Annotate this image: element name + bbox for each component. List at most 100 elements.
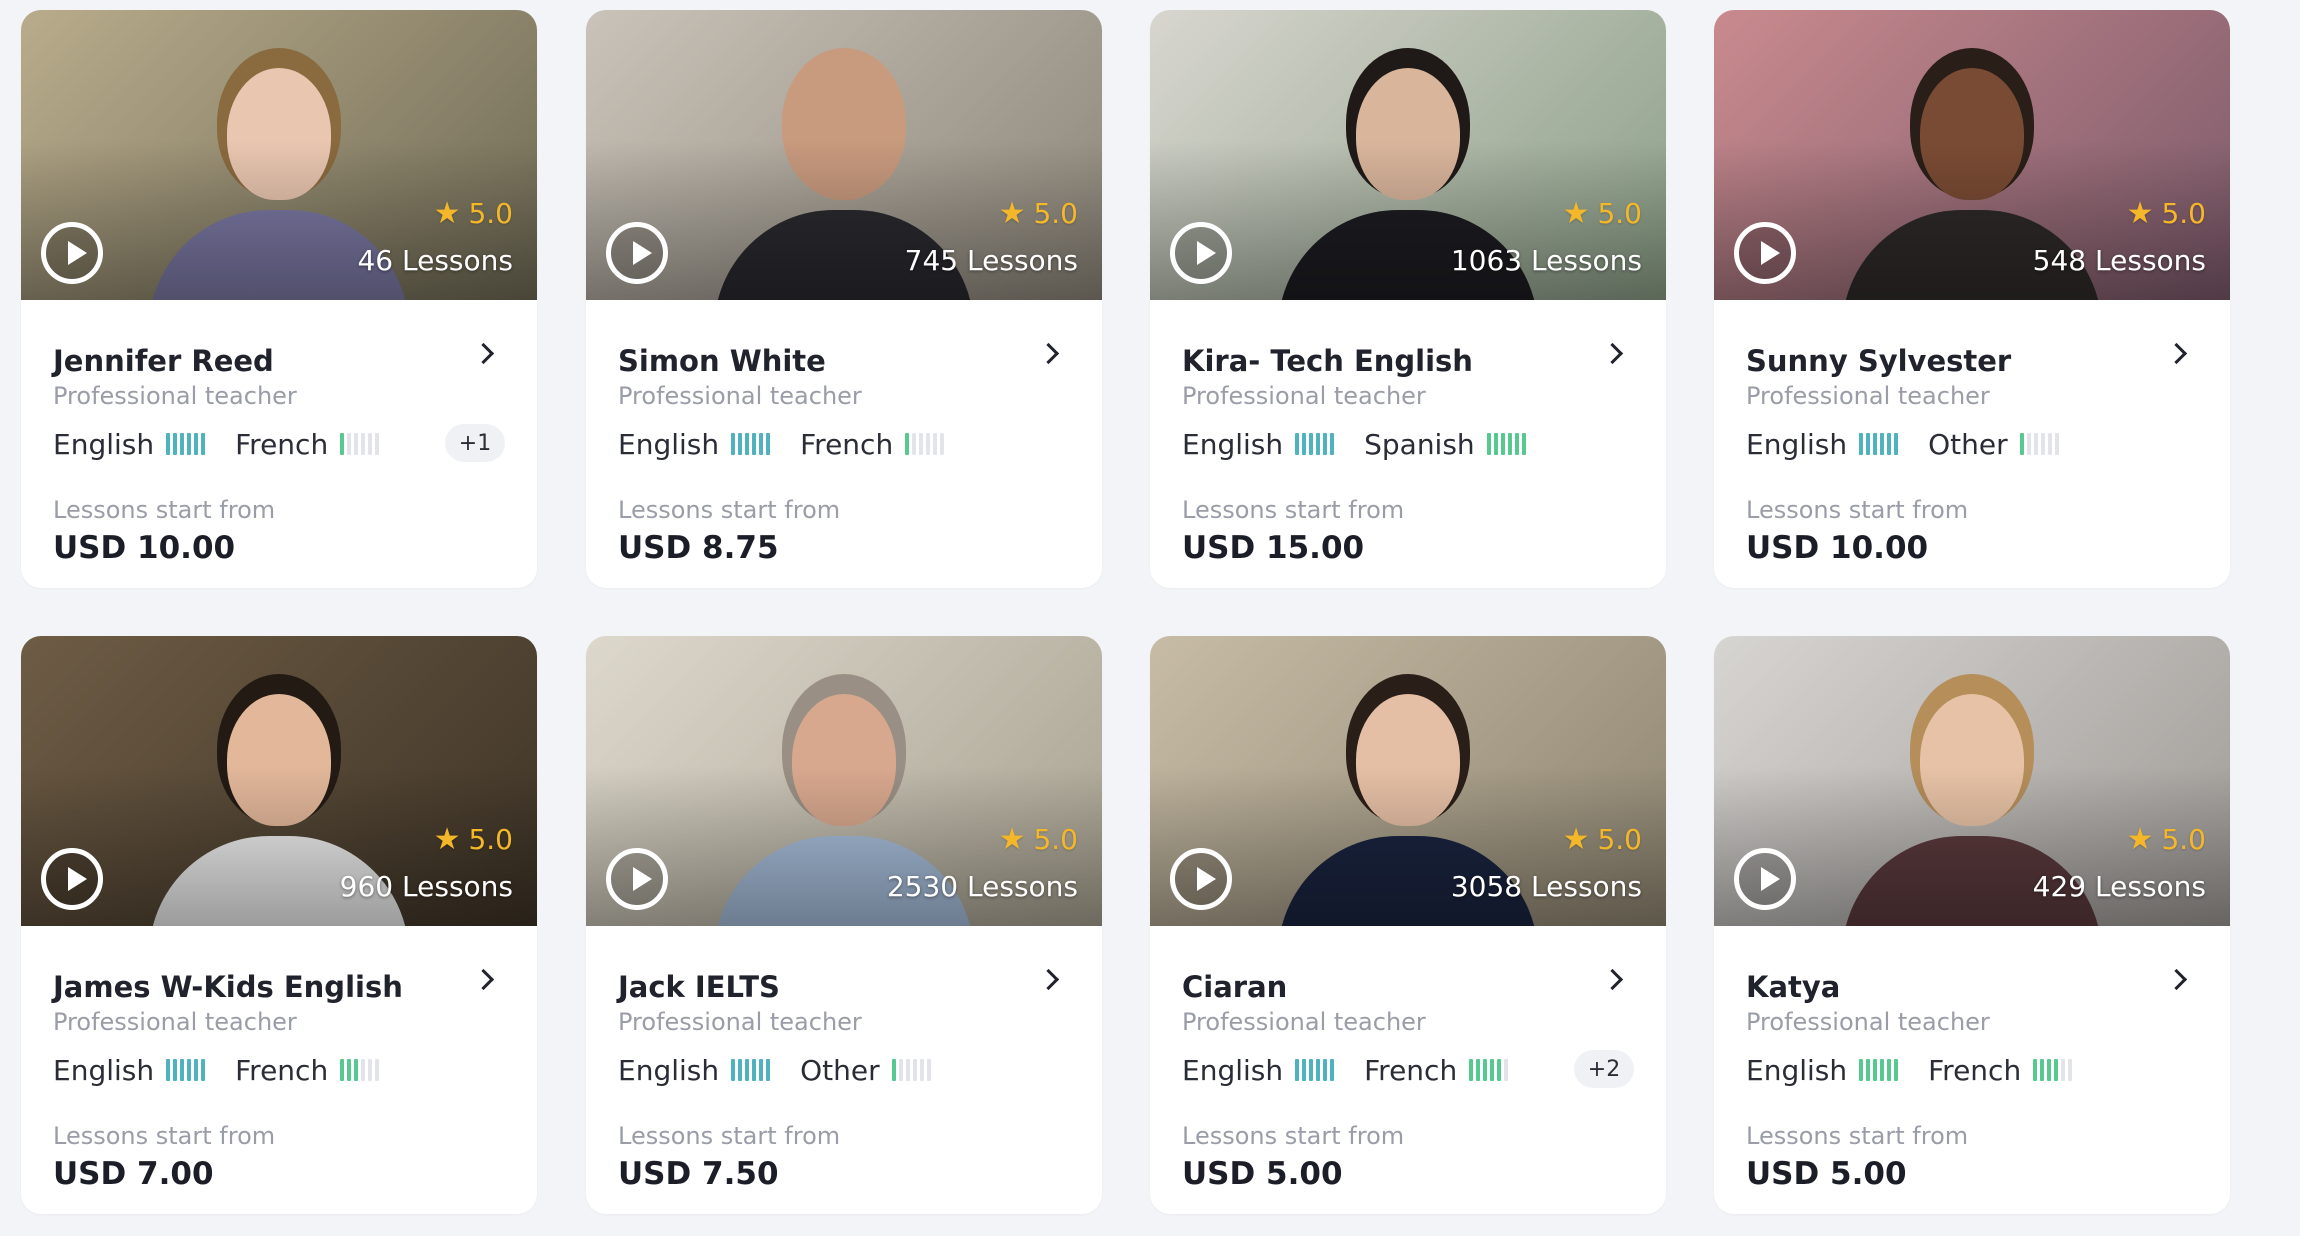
teacher-name[interactable]: Ciaran (1182, 970, 1287, 1004)
rating-value: 5.0 (1033, 197, 1078, 230)
chevron-right-icon[interactable] (1037, 968, 1060, 991)
teacher-name[interactable]: Simon White (618, 344, 826, 378)
lesson-count: 745 Lessons (904, 244, 1078, 277)
rating-value: 5.0 (1597, 197, 1642, 230)
teacher-card[interactable]: ★ 5.0 1063 Lessons Kira- Tech English Profes… (1150, 10, 1666, 588)
proficiency-bar (940, 433, 945, 455)
proficiency-bar (1514, 433, 1519, 455)
proficiency-bar (201, 433, 206, 455)
proficiency-bars (731, 1059, 771, 1081)
play-icon[interactable] (1170, 222, 1232, 284)
proficiency-bar (933, 433, 938, 455)
teacher-name[interactable]: Katya (1746, 970, 1840, 1004)
proficiency-bar (1483, 1059, 1488, 1081)
video-thumbnail[interactable]: ★ 5.0 1063 Lessons (1150, 10, 1666, 300)
lesson-price: USD 7.50 (618, 1156, 779, 1192)
play-icon[interactable] (1734, 222, 1796, 284)
proficiency-bar (898, 1059, 903, 1081)
more-languages-badge[interactable]: +2 (1574, 1050, 1634, 1088)
chevron-right-icon[interactable] (1601, 968, 1624, 991)
proficiency-bar (1880, 1059, 1885, 1081)
chevron-right-icon[interactable] (472, 968, 495, 991)
proficiency-bar (1500, 433, 1505, 455)
proficiency-bar (2040, 1059, 2045, 1081)
teacher-name[interactable]: Jennifer Reed (53, 344, 274, 378)
language-item: English (1182, 428, 1335, 461)
language-item: Spanish (1364, 428, 1526, 461)
proficiency-bar (2033, 1059, 2038, 1081)
language-item: French (235, 428, 380, 461)
video-thumbnail[interactable]: ★ 5.0 46 Lessons (21, 10, 537, 300)
proficiency-bar (905, 1059, 910, 1081)
star-icon: ★ (2126, 822, 2154, 857)
teacher-name[interactable]: Jack IELTS (618, 970, 780, 1004)
teacher-name[interactable]: Kira- Tech English (1182, 344, 1473, 378)
video-thumbnail[interactable]: ★ 5.0 429 Lessons (1714, 636, 2230, 926)
play-icon[interactable] (606, 222, 668, 284)
chevron-right-icon[interactable] (2165, 342, 2188, 365)
proficiency-bar (912, 433, 917, 455)
teacher-card[interactable]: ★ 5.0 548 Lessons Sunny Sylvester Profession… (1714, 10, 2230, 588)
chevron-right-icon[interactable] (2165, 968, 2188, 991)
proficiency-bar (1887, 433, 1892, 455)
proficiency-bar (2047, 433, 2052, 455)
proficiency-bar (738, 433, 743, 455)
play-icon[interactable] (1734, 848, 1796, 910)
price-label: Lessons start from (618, 1122, 841, 1150)
play-icon[interactable] (41, 848, 103, 910)
video-thumbnail[interactable]: ★ 5.0 3058 Lessons (1150, 636, 1666, 926)
proficiency-bar (1302, 433, 1307, 455)
proficiency-bar (1507, 433, 1512, 455)
teacher-grid: ★ 5.0 46 Lessons Jennifer Reed Professional … (0, 0, 2300, 1236)
lesson-count: 548 Lessons (2032, 244, 2206, 277)
play-icon[interactable] (41, 222, 103, 284)
teacher-name[interactable]: Sunny Sylvester (1746, 344, 2011, 378)
proficiency-bar (1866, 1059, 1871, 1081)
proficiency-bars (340, 1059, 380, 1081)
proficiency-bar (2047, 1059, 2052, 1081)
star-icon: ★ (1562, 822, 1590, 857)
proficiency-bar (1295, 433, 1300, 455)
proficiency-bar (1490, 1059, 1495, 1081)
language-name: Other (800, 1053, 880, 1087)
proficiency-bar (2019, 433, 2024, 455)
proficiency-bar (1894, 433, 1899, 455)
lesson-count: 960 Lessons (339, 870, 513, 903)
teacher-card[interactable]: ★ 5.0 46 Lessons Jennifer Reed Professional … (21, 10, 537, 588)
proficiency-bar (1493, 433, 1498, 455)
video-thumbnail[interactable]: ★ 5.0 2530 Lessons (586, 636, 1102, 926)
teacher-role: Professional teacher (1182, 382, 1426, 410)
more-languages-badge[interactable]: +1 (445, 424, 505, 462)
rating-value: 5.0 (1033, 823, 1078, 856)
proficiency-bars (891, 1059, 931, 1081)
play-icon[interactable] (1170, 848, 1232, 910)
chevron-right-icon[interactable] (1037, 342, 1060, 365)
star-icon: ★ (1562, 196, 1590, 231)
proficiency-bar (340, 1059, 345, 1081)
proficiency-bar (1486, 433, 1491, 455)
proficiency-bar (2033, 433, 2038, 455)
teacher-card[interactable]: ★ 5.0 3058 Lessons Ciaran Professional teach… (1150, 636, 1666, 1214)
play-icon[interactable] (606, 848, 668, 910)
chevron-right-icon[interactable] (1601, 342, 1624, 365)
video-thumbnail[interactable]: ★ 5.0 745 Lessons (586, 10, 1102, 300)
teacher-card[interactable]: ★ 5.0 429 Lessons Katya Professional teacher… (1714, 636, 2230, 1214)
teacher-role: Professional teacher (618, 382, 862, 410)
proficiency-bar (201, 1059, 206, 1081)
price-label: Lessons start from (1182, 1122, 1405, 1150)
teacher-card[interactable]: ★ 5.0 745 Lessons Simon White Professional t… (586, 10, 1102, 588)
star-icon: ★ (998, 822, 1026, 857)
lesson-count: 46 Lessons (357, 244, 513, 277)
teacher-name[interactable]: James W-Kids English (53, 970, 403, 1004)
rating: ★ 5.0 (434, 196, 513, 231)
chevron-right-icon[interactable] (472, 342, 495, 365)
video-thumbnail[interactable]: ★ 5.0 960 Lessons (21, 636, 537, 926)
teacher-card[interactable]: ★ 5.0 960 Lessons James W-Kids English Profe… (21, 636, 537, 1214)
proficiency-bar (1309, 1059, 1314, 1081)
teacher-card[interactable]: ★ 5.0 2530 Lessons Jack IELTS Professional t… (586, 636, 1102, 1214)
proficiency-bar (752, 433, 757, 455)
video-thumbnail[interactable]: ★ 5.0 548 Lessons (1714, 10, 2230, 300)
proficiency-bar (1330, 1059, 1335, 1081)
language-name: English (1746, 1053, 1848, 1087)
proficiency-bar (354, 433, 359, 455)
